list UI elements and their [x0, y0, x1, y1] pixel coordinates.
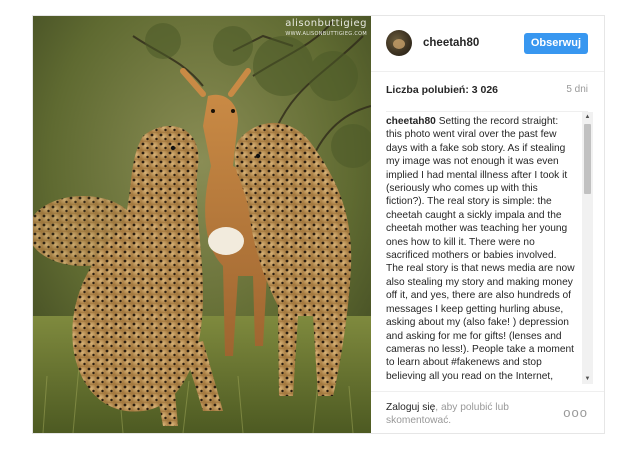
username-link[interactable]: cheetah80 — [423, 37, 479, 49]
likes-count[interactable]: Liczba polubień: 3 026 — [386, 84, 498, 96]
scroll-down-arrow-icon[interactable]: ▼ — [582, 374, 593, 384]
post-photo[interactable]: alisonbuttigieg WWW.ALISONBUTTIGIEG.COM — [33, 16, 371, 433]
caption-text: Setting the record straight: this photo … — [386, 116, 575, 382]
login-link[interactable]: Zaloguj się — [386, 402, 435, 413]
post-time[interactable]: 5 dni — [566, 84, 588, 95]
scrollbar-thumb[interactable] — [584, 124, 591, 194]
instagram-post: alisonbuttigieg WWW.ALISONBUTTIGIEG.COM … — [32, 15, 605, 434]
more-options-icon[interactable]: ooo — [563, 405, 588, 420]
likes-row: Liczba polubień: 3 026 5 dni — [386, 84, 588, 100]
caption-username[interactable]: cheetah80 — [386, 116, 436, 127]
cheetah-impala-image — [33, 16, 371, 433]
follow-button[interactable]: Obserwuj — [523, 33, 588, 54]
watermark-name: alisonbuttigieg — [285, 18, 367, 29]
watermark-url: WWW.ALISONBUTTIGIEG.COM — [285, 31, 367, 37]
comments-scrollbar[interactable]: ▲ ▼ — [582, 112, 593, 384]
comments-area[interactable]: cheetah80 Setting the record straight: t… — [386, 112, 593, 384]
photo-watermark: alisonbuttigieg WWW.ALISONBUTTIGIEG.COM — [285, 19, 367, 39]
login-prompt: Zaloguj się, aby polubić lub skomentować… — [386, 401, 536, 427]
post-side-panel: cheetah80 Obserwuj Liczba polubień: 3 02… — [371, 16, 604, 433]
avatar[interactable] — [386, 30, 412, 56]
post-footer: Zaloguj się, aby polubić lub skomentować… — [371, 391, 604, 433]
post-caption: cheetah80 Setting the record straight: t… — [386, 112, 593, 384]
post-header: cheetah80 Obserwuj — [371, 16, 604, 72]
scroll-up-arrow-icon[interactable]: ▲ — [582, 112, 593, 122]
